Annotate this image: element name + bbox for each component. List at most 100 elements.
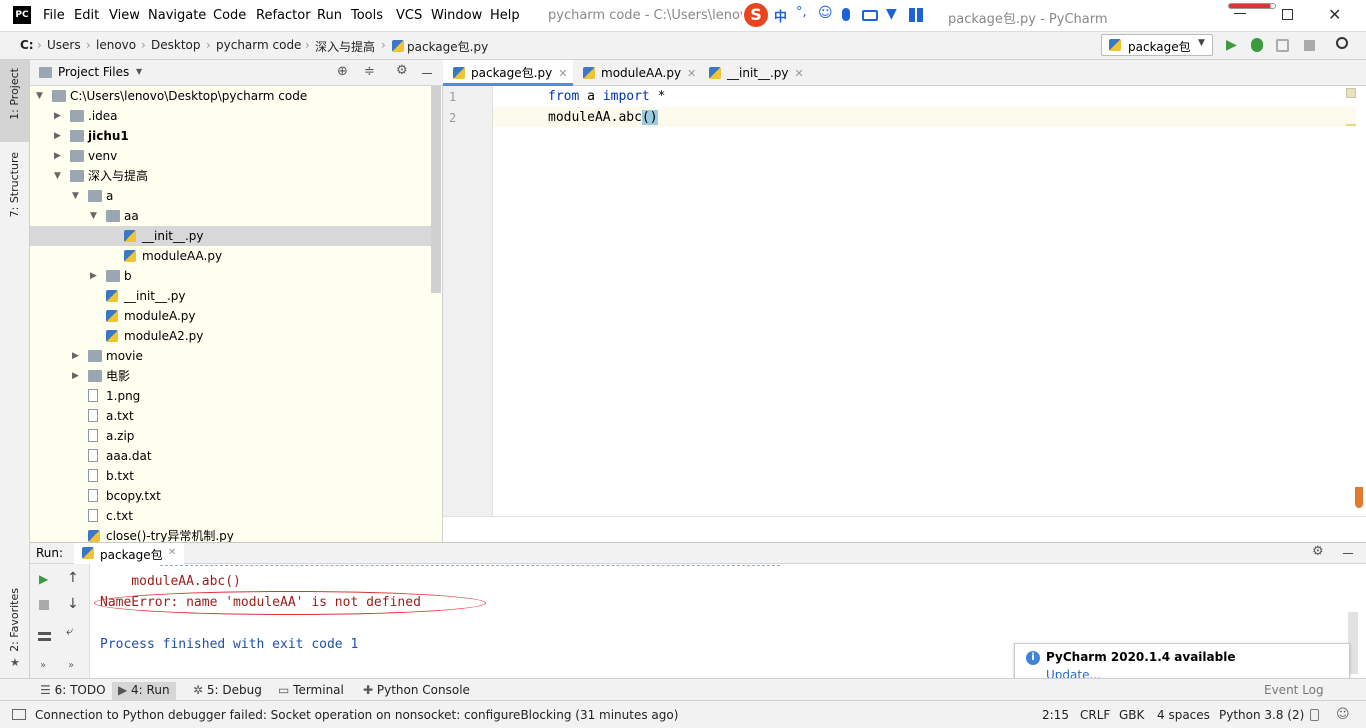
chevron-right-icon[interactable]: ▶ bbox=[90, 266, 97, 286]
arrow-down-icon[interactable]: ↓ bbox=[67, 596, 79, 612]
close-icon[interactable]: ✕ bbox=[168, 547, 176, 558]
close-icon[interactable]: ✕ bbox=[687, 67, 696, 80]
chevron-right-icon[interactable]: ▶ bbox=[54, 106, 61, 126]
chevron-down-icon[interactable]: ▼ bbox=[36, 86, 43, 106]
run-config-select[interactable]: package包 ▼ bbox=[1101, 34, 1213, 56]
progress-scroll-handle[interactable] bbox=[1355, 456, 1363, 508]
skin-shirt-icon[interactable]: ▼ bbox=[886, 6, 897, 22]
close-icon[interactable]: ✕ bbox=[558, 67, 567, 80]
file-encoding[interactable]: GBK bbox=[1119, 708, 1144, 722]
hide-panel-icon[interactable] bbox=[422, 73, 432, 74]
line-separator[interactable]: CRLF bbox=[1080, 708, 1110, 722]
tree-item[interactable]: __init__.py bbox=[30, 286, 431, 306]
tab-python-console[interactable]: ✚ Python Console bbox=[357, 682, 476, 700]
chevron-down-icon[interactable]: ▼ bbox=[54, 166, 61, 186]
breadcrumb-desktop[interactable]: Desktop bbox=[151, 38, 201, 52]
emoji-icon[interactable]: ☺ bbox=[818, 5, 833, 21]
keyboard-icon[interactable] bbox=[862, 10, 878, 21]
project-view-select[interactable]: Project Files bbox=[58, 65, 129, 79]
breadcrumb-lenovo[interactable]: lenovo bbox=[96, 38, 136, 52]
stop-icon[interactable] bbox=[1304, 40, 1315, 51]
chevron-right-icon[interactable]: ▶ bbox=[54, 126, 61, 146]
tree-item[interactable]: __init__.py bbox=[30, 226, 431, 246]
collapse-all-icon[interactable]: ≑ bbox=[364, 64, 375, 79]
tree-item[interactable]: moduleAA.py bbox=[30, 246, 431, 266]
tree-item[interactable]: b.txt bbox=[30, 466, 431, 486]
rerun-icon[interactable]: ▶ bbox=[39, 572, 48, 586]
coverage-icon[interactable] bbox=[1276, 39, 1289, 52]
tree-item[interactable]: ▶ jichu1 bbox=[30, 126, 431, 146]
chevron-right-icon[interactable]: ▶ bbox=[54, 146, 61, 166]
hide-panel-icon[interactable] bbox=[1343, 553, 1353, 554]
tab-init[interactable]: __init__.py ✕ bbox=[699, 60, 809, 86]
indent-setting[interactable]: 4 spaces bbox=[1157, 708, 1210, 722]
tree-item[interactable]: aaa.dat bbox=[30, 446, 431, 466]
more-icon[interactable]: » bbox=[40, 660, 46, 671]
menu-navigate[interactable]: Navigate bbox=[148, 8, 206, 23]
project-tool-tab[interactable]: 1: Project bbox=[0, 60, 29, 142]
chevron-down-icon[interactable]: ▼ bbox=[72, 186, 79, 206]
tree-item[interactable]: moduleA2.py bbox=[30, 326, 431, 346]
tree-item[interactable]: a.txt bbox=[30, 406, 431, 426]
lock-icon[interactable] bbox=[1310, 709, 1319, 721]
tree-item[interactable]: ▶ venv bbox=[30, 146, 431, 166]
stop-icon[interactable] bbox=[39, 600, 49, 610]
menu-tools[interactable]: Tools bbox=[351, 8, 383, 23]
breadcrumb-file[interactable]: package包.py bbox=[407, 38, 488, 55]
close-window-button[interactable]: ✕ bbox=[1328, 5, 1341, 24]
breadcrumb-folder[interactable]: 深入与提高 bbox=[315, 38, 375, 55]
menu-file[interactable]: File bbox=[43, 8, 65, 23]
maximize-button[interactable] bbox=[1282, 9, 1293, 20]
run-play-icon[interactable]: ▶ bbox=[1226, 37, 1237, 53]
tree-item[interactable]: 1.png bbox=[30, 386, 431, 406]
tree-item[interactable]: ▶ 电影 bbox=[30, 366, 431, 386]
tab-debug[interactable]: ✲ 5: Debug bbox=[187, 682, 268, 700]
tree-item[interactable]: bcopy.txt bbox=[30, 486, 431, 506]
tree-item[interactable]: a.zip bbox=[30, 426, 431, 446]
tree-item[interactable]: ▶ b bbox=[30, 266, 431, 286]
soft-wrap-icon[interactable]: ⤶ bbox=[66, 624, 73, 639]
chevron-right-icon[interactable]: ▶ bbox=[72, 366, 79, 386]
minimize-button[interactable] bbox=[1234, 13, 1246, 14]
punctuation-icon[interactable]: °, bbox=[796, 5, 807, 20]
favorites-tool-tab[interactable]: 2: Favorites bbox=[8, 588, 21, 652]
tree-item[interactable]: ▼ 深入与提高 bbox=[30, 166, 431, 186]
menu-window[interactable]: Window bbox=[431, 8, 482, 23]
tree-item[interactable]: ▼ a bbox=[30, 186, 431, 206]
chevron-down-icon[interactable]: ▼ bbox=[136, 67, 142, 76]
menu-help[interactable]: Help bbox=[490, 8, 520, 23]
interpreter[interactable]: Python 3.8 (2) bbox=[1219, 708, 1304, 722]
arrow-up-icon[interactable]: ↑ bbox=[67, 570, 79, 586]
menu-code[interactable]: Code bbox=[213, 8, 246, 23]
tree-item[interactable]: ▼ aa bbox=[30, 206, 431, 226]
more-icon[interactable]: » bbox=[68, 660, 74, 671]
breadcrumb-pycharm-code[interactable]: pycharm code bbox=[216, 38, 301, 52]
hector-icon[interactable]: ☺ bbox=[1336, 707, 1350, 722]
locate-target-icon[interactable]: ⊕ bbox=[337, 64, 348, 79]
menu-run[interactable]: Run bbox=[317, 8, 342, 23]
menu-view[interactable]: View bbox=[109, 8, 140, 23]
structure-tool-tab[interactable]: 7: Structure bbox=[8, 152, 21, 217]
code-area[interactable]: from a import * moduleAA.abc() bbox=[493, 86, 1366, 516]
tree-item[interactable]: ▶ .idea bbox=[30, 106, 431, 126]
toggle-tool-windows-icon[interactable] bbox=[12, 709, 26, 720]
debug-bug-icon[interactable] bbox=[1251, 38, 1263, 52]
chevron-down-icon[interactable]: ▼ bbox=[90, 206, 97, 226]
breadcrumb-users[interactable]: Users bbox=[47, 38, 81, 52]
gear-icon[interactable]: ⚙ bbox=[396, 63, 408, 78]
menu-refactor[interactable]: Refactor bbox=[256, 8, 311, 23]
caret-position[interactable]: 2:15 bbox=[1042, 708, 1069, 722]
menu-vcs[interactable]: VCS bbox=[396, 8, 422, 23]
tree-item[interactable]: moduleA.py bbox=[30, 306, 431, 326]
search-icon[interactable] bbox=[1336, 37, 1348, 49]
tree-item[interactable]: ▶ movie bbox=[30, 346, 431, 366]
tree-scrollbar[interactable] bbox=[431, 86, 441, 293]
tab-todo[interactable]: ☰ 6: TODO bbox=[34, 682, 112, 700]
close-icon[interactable]: ✕ bbox=[795, 67, 804, 80]
breadcrumb-drive[interactable]: C: bbox=[20, 38, 34, 52]
microphone-icon[interactable] bbox=[842, 8, 850, 21]
tab-package[interactable]: package包.py ✕ bbox=[443, 60, 573, 86]
menu-edit[interactable]: Edit bbox=[74, 8, 99, 23]
sogou-s-icon[interactable]: S bbox=[744, 3, 768, 27]
status-message[interactable]: Connection to Python debugger failed: So… bbox=[35, 708, 678, 722]
